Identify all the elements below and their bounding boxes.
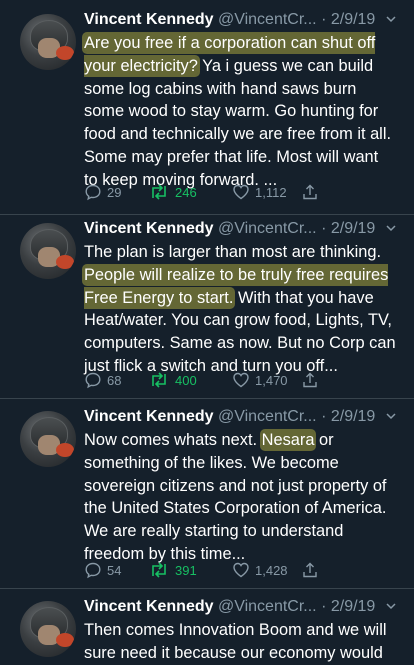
tweet-text: Then comes Innovation Boom and we will s… — [84, 619, 396, 665]
author-handle[interactable]: @VincentCr... — [218, 11, 317, 28]
tweet[interactable]: Vincent Kennedy @VincentCr... · 2/9/19 T… — [0, 595, 414, 662]
chevron-down-icon[interactable] — [386, 411, 396, 421]
separator: · — [316, 220, 331, 237]
tweet[interactable]: Vincent Kennedy @VincentCr... · 2/9/19 T… — [0, 217, 414, 392]
like-count: 1,428 — [255, 562, 288, 578]
tweet-text: Now comes whats next. Nesara or somethin… — [84, 429, 396, 566]
divider — [0, 214, 414, 215]
author-name[interactable]: Vincent Kennedy — [84, 598, 214, 615]
author-name[interactable]: Vincent Kennedy — [84, 220, 214, 237]
like-button[interactable]: 1,428 — [232, 560, 288, 580]
share-icon — [303, 562, 317, 578]
heart-icon — [233, 184, 249, 200]
share-button[interactable] — [301, 182, 319, 202]
reply-count: 54 — [107, 562, 122, 578]
divider — [0, 588, 414, 589]
tweet-header: Vincent Kennedy @VincentCr... · 2/9/19 — [84, 217, 404, 241]
heart-icon — [233, 372, 249, 388]
tweet-text: The plan is larger than most are thinkin… — [84, 241, 396, 378]
reply-count: 68 — [107, 372, 122, 388]
tweet-actions: 54 391 1,428 — [84, 560, 384, 580]
divider — [0, 398, 414, 399]
chevron-down-icon[interactable] — [386, 601, 396, 611]
tweet-actions: 29 246 1,112 — [84, 182, 384, 202]
author-handle[interactable]: @VincentCr... — [218, 408, 317, 425]
tweet-actions: 68 400 1,470 — [84, 370, 384, 390]
retweet-icon — [152, 184, 166, 200]
tweet-text-segment: Now comes whats next. — [84, 431, 262, 449]
tweet-date[interactable]: 2/9/19 — [331, 11, 375, 28]
tweet-text: Are you free if a corporation can shut o… — [84, 32, 396, 192]
retweet-count: 400 — [175, 372, 197, 388]
like-button[interactable]: 1,470 — [232, 370, 288, 390]
like-count: 1,112 — [255, 184, 287, 200]
tweet-text-segment: Then comes Innovation Boom and we will s… — [84, 621, 387, 662]
author-name[interactable]: Vincent Kennedy — [84, 408, 214, 425]
reply-button[interactable]: 68 — [84, 370, 121, 390]
avatar[interactable] — [20, 14, 76, 70]
tweet-feed: Vincent Kennedy @VincentCr... · 2/9/19 A… — [0, 0, 414, 662]
reply-icon — [85, 562, 101, 579]
tweet-header: Vincent Kennedy @VincentCr... · 2/9/19 — [84, 8, 404, 32]
like-count: 1,470 — [255, 372, 288, 388]
retweet-count: 246 — [175, 184, 197, 200]
retweet-button[interactable]: 391 — [148, 560, 197, 580]
share-icon — [303, 184, 317, 200]
highlighted-text: Nesara — [261, 431, 315, 449]
tweet-date[interactable]: 2/9/19 — [331, 598, 375, 615]
retweet-button[interactable]: 246 — [148, 182, 197, 202]
reply-button[interactable]: 29 — [84, 182, 121, 202]
tweet-date[interactable]: 2/9/19 — [331, 408, 375, 425]
separator: · — [316, 598, 331, 615]
tweet-date[interactable]: 2/9/19 — [331, 220, 375, 237]
author-handle[interactable]: @VincentCr... — [218, 220, 317, 237]
retweet-count: 391 — [175, 562, 197, 578]
reply-button[interactable]: 54 — [84, 560, 121, 580]
share-icon — [303, 372, 317, 388]
share-button[interactable] — [301, 370, 319, 390]
retweet-icon — [152, 372, 166, 388]
separator: · — [316, 408, 331, 425]
author-name[interactable]: Vincent Kennedy — [84, 11, 214, 28]
tweet-header: Vincent Kennedy @VincentCr... · 2/9/19 — [84, 405, 404, 429]
author-handle[interactable]: @VincentCr... — [218, 598, 317, 615]
chevron-down-icon[interactable] — [386, 14, 396, 24]
retweet-button[interactable]: 400 — [148, 370, 197, 390]
heart-icon — [233, 562, 249, 578]
avatar[interactable] — [20, 411, 76, 467]
tweet[interactable]: Vincent Kennedy @VincentCr... · 2/9/19 A… — [0, 8, 414, 208]
reply-count: 29 — [107, 184, 122, 200]
chevron-down-icon[interactable] — [386, 223, 396, 233]
share-button[interactable] — [301, 560, 319, 580]
avatar[interactable] — [20, 223, 76, 279]
separator: · — [316, 11, 331, 28]
tweet-text-segment: or something of the likes. We become sov… — [84, 431, 387, 563]
tweet-header: Vincent Kennedy @VincentCr... · 2/9/19 — [84, 595, 404, 619]
tweet-text-segment: Ya i guess we can build some log cabins … — [84, 56, 392, 189]
tweet[interactable]: Vincent Kennedy @VincentCr... · 2/9/19 N… — [0, 405, 414, 583]
reply-icon — [85, 184, 101, 201]
like-button[interactable]: 1,112 — [232, 182, 287, 202]
reply-icon — [85, 372, 101, 389]
retweet-icon — [152, 562, 166, 578]
tweet-text-segment: The plan is larger than most are thinkin… — [84, 243, 382, 261]
avatar[interactable] — [20, 601, 76, 657]
